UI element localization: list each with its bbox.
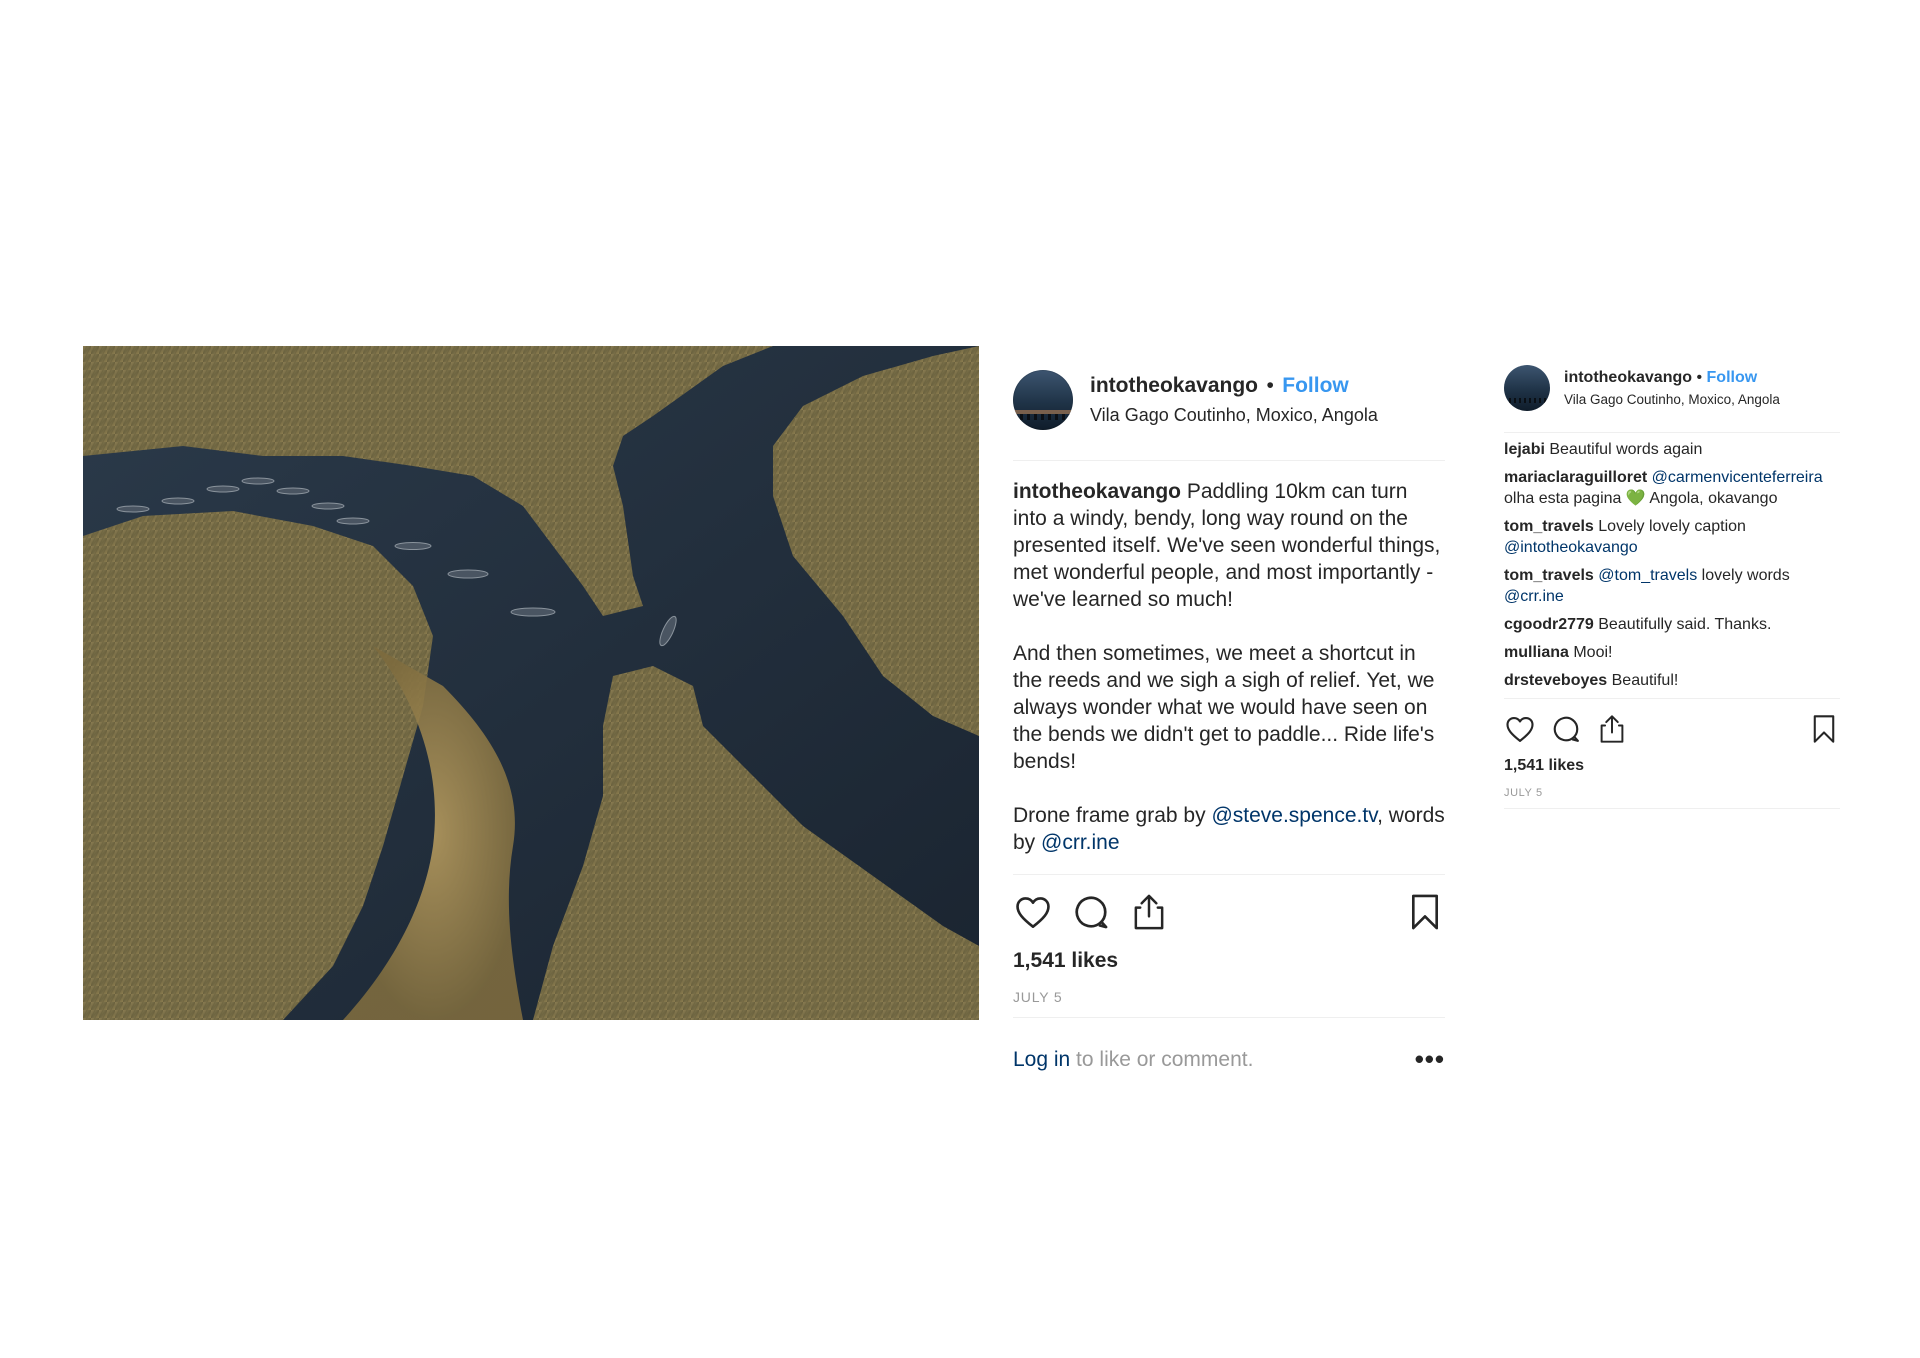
login-prompt: Log in to like or comment. •••	[1013, 1044, 1445, 1075]
bookmark-icon[interactable]	[1405, 892, 1445, 932]
comment-text: Mooi!	[1568, 644, 1613, 661]
heart-icon[interactable]	[1013, 892, 1053, 932]
comment-icon[interactable]	[1550, 713, 1582, 745]
comment-username[interactable]: cgoodr2779	[1504, 616, 1594, 633]
location-link[interactable]: Vila Gago Coutinho, Moxico, Angola	[1090, 405, 1378, 426]
post-detail-small: intotheokavango • Follow Vila Gago Couti…	[1504, 364, 1840, 809]
comment: drsteveboyes Beautiful!	[1504, 670, 1840, 691]
post-detail: intotheokavango • Follow Vila Gago Couti…	[1013, 368, 1445, 1075]
action-bar	[1013, 887, 1445, 937]
comment-icon[interactable]	[1071, 892, 1111, 932]
username[interactable]: intotheokavango	[1564, 369, 1692, 386]
comment: mulliana Mooi!	[1504, 642, 1840, 663]
comment-username[interactable]: tom_travels	[1504, 567, 1594, 584]
divider	[1504, 808, 1840, 809]
post-header: intotheokavango • Follow Vila Gago Couti…	[1013, 368, 1445, 432]
mention-link[interactable]: @steve.spence.tv	[1211, 804, 1377, 827]
divider	[1013, 460, 1445, 461]
post-date[interactable]: JULY 5	[1504, 787, 1840, 799]
likes-count[interactable]: 1,541 likes	[1504, 757, 1840, 775]
share-icon[interactable]	[1596, 713, 1628, 745]
comment-username[interactable]: lejabi	[1504, 441, 1545, 458]
comment: cgoodr2779 Beautifully said. Thanks.	[1504, 614, 1840, 635]
location-link[interactable]: Vila Gago Coutinho, Moxico, Angola	[1564, 392, 1780, 407]
mention-link[interactable]: @carmenvicenteferreira	[1647, 469, 1823, 486]
comment: lejabi Beautiful words again	[1504, 439, 1840, 460]
comments-list: lejabi Beautiful words again mariaclarag…	[1504, 439, 1840, 691]
comment-text: olha esta pagina 💚 Angola, okavango	[1504, 490, 1778, 507]
avatar[interactable]	[1013, 370, 1073, 430]
comment-text: Beautiful words again	[1544, 441, 1703, 458]
comment-username[interactable]: mulliana	[1504, 644, 1569, 661]
action-bar	[1504, 709, 1840, 749]
comment-username[interactable]: tom_travels	[1504, 518, 1594, 535]
caption-text-2: And then sometimes, we meet a shortcut i…	[1013, 642, 1435, 773]
comment-text: Beautifully said. Thanks.	[1593, 616, 1772, 633]
separator-dot: •	[1696, 369, 1703, 386]
login-link[interactable]: Log in	[1013, 1048, 1070, 1072]
divider	[1504, 432, 1840, 433]
caption: intotheokavango Paddling 10km can turn i…	[1013, 478, 1445, 856]
mention-link[interactable]: @crr.ine	[1504, 588, 1564, 605]
mention-link[interactable]: @tom_travels	[1594, 567, 1697, 584]
comment-text: Lovely lovely caption	[1593, 518, 1746, 535]
comment: tom_travels Lovely lovely caption @intot…	[1504, 516, 1840, 558]
caption-username[interactable]: intotheokavango	[1013, 480, 1181, 503]
aerial-river-image	[83, 346, 979, 1020]
bookmark-icon[interactable]	[1808, 713, 1840, 745]
more-icon[interactable]: •••	[1415, 1044, 1445, 1075]
post-header-small: intotheokavango • Follow Vila Gago Couti…	[1504, 364, 1840, 412]
post-date[interactable]: JULY 5	[1013, 989, 1445, 1005]
mention-link[interactable]: @intotheokavango	[1504, 539, 1638, 556]
likes-count[interactable]: 1,541 likes	[1013, 949, 1445, 973]
follow-button[interactable]: Follow	[1282, 374, 1349, 397]
username[interactable]: intotheokavango	[1090, 374, 1258, 397]
caption-credit-prefix: Drone frame grab by	[1013, 804, 1212, 827]
heart-icon[interactable]	[1504, 713, 1536, 745]
comment-username[interactable]: mariaclaraguilloret	[1504, 469, 1647, 486]
comment-text: Beautiful!	[1607, 672, 1679, 689]
comment: tom_travels @tom_travels lovely words @c…	[1504, 565, 1840, 607]
divider	[1504, 698, 1840, 699]
share-icon[interactable]	[1129, 892, 1169, 932]
comment: mariaclaraguilloret @carmenvicenteferrei…	[1504, 467, 1840, 509]
mention-link[interactable]: @crr.ine	[1041, 831, 1120, 854]
avatar[interactable]	[1504, 365, 1550, 411]
divider	[1013, 1017, 1445, 1018]
login-text: to like or comment.	[1070, 1047, 1254, 1071]
follow-button[interactable]: Follow	[1707, 369, 1758, 386]
post-photo[interactable]	[83, 346, 979, 1020]
comment-username[interactable]: drsteveboyes	[1504, 672, 1607, 689]
divider	[1013, 874, 1445, 875]
comment-text: lovely words	[1697, 567, 1790, 584]
separator-dot: •	[1266, 374, 1274, 397]
